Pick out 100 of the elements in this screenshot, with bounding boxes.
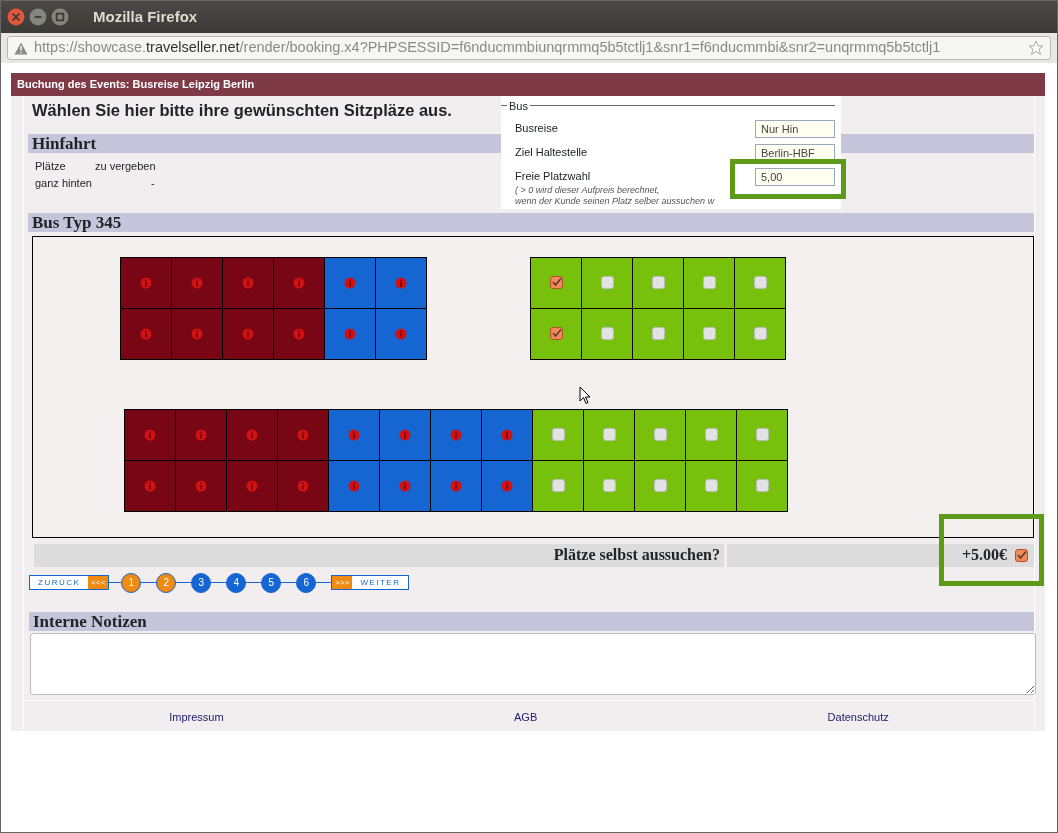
seat-checkbox[interactable] <box>704 479 718 492</box>
seat[interactable] <box>634 408 686 461</box>
page-header: Buchung des Events: Busreise Leipzig Berlin <box>11 73 1045 96</box>
info-icon <box>297 479 309 492</box>
info-icon <box>144 479 156 492</box>
seat-checkbox[interactable] <box>753 327 767 340</box>
info-icon <box>395 327 407 340</box>
seat[interactable] <box>530 307 582 360</box>
option-label: Plätze selbst aussuchen? <box>34 543 724 567</box>
seat-checkbox[interactable] <box>651 276 665 289</box>
seat-checkbox[interactable] <box>549 327 563 340</box>
info-icon <box>195 479 207 492</box>
notes-field[interactable] <box>30 632 1036 695</box>
seat-checkbox[interactable] <box>702 327 716 340</box>
seat-checkbox[interactable] <box>755 428 769 441</box>
seat-checkbox[interactable] <box>602 428 616 441</box>
info-icon <box>450 428 462 441</box>
window-title: Mozilla Firefox <box>93 6 198 27</box>
warning-icon <box>14 41 28 55</box>
seat-checkbox[interactable] <box>702 276 716 289</box>
back-button[interactable]: ZURÜCK <<< <box>29 575 110 590</box>
seat-checkbox[interactable] <box>549 276 563 289</box>
seat[interactable] <box>683 256 735 309</box>
seat-checkbox[interactable] <box>600 327 614 340</box>
seat[interactable] <box>734 307 786 360</box>
seat[interactable] <box>532 408 584 461</box>
seat[interactable] <box>736 459 788 512</box>
info-icon <box>501 428 513 441</box>
page-heading: Wählen Sie hier bitte ihre gewünschten Sitzpläze aus. <box>31 99 453 120</box>
info-icon <box>450 479 462 492</box>
seat-checkbox[interactable] <box>551 428 565 441</box>
info-icon <box>344 327 356 340</box>
info-icon <box>293 276 305 289</box>
seat[interactable] <box>583 408 635 461</box>
seat[interactable] <box>632 307 684 360</box>
info-icon <box>242 327 254 340</box>
bookmark-star-icon[interactable] <box>1028 40 1044 56</box>
section-heading: Bus Typ 345 <box>28 212 1034 232</box>
seat[interactable] <box>581 307 633 360</box>
maximize-icon[interactable] <box>51 8 69 26</box>
footer-link[interactable]: Datenschutz <box>827 708 889 725</box>
seat-checkbox[interactable] <box>651 327 665 340</box>
seat[interactable] <box>683 307 735 360</box>
close-icon[interactable] <box>7 8 25 26</box>
seat[interactable] <box>734 256 786 309</box>
price-text: +5.00€ <box>961 545 1007 565</box>
info-value: zu vergeben <box>95 159 156 172</box>
info-label: ganz hinten <box>35 175 93 191</box>
url-text: https://showcase.travelseller.net/render/booking.x4?PHPSESSID=f6nducmmbiunqrmmq5b5tctlj1&snr1=f6nducmmbi&snr2=unqrmmq5b5tctlj1 <box>34 38 941 58</box>
footer-link[interactable]: Impressum <box>169 708 224 725</box>
step-indicator[interactable]: 5 <box>261 572 282 593</box>
seat-checkbox[interactable] <box>704 428 718 441</box>
seat-checkbox[interactable] <box>755 479 769 492</box>
info-icon <box>501 479 513 492</box>
seat-checkbox[interactable] <box>653 428 667 441</box>
field-label: Busreise <box>515 121 558 136</box>
info-icon <box>344 276 356 289</box>
seat[interactable] <box>685 408 737 461</box>
seat-checkbox[interactable] <box>602 479 616 492</box>
info-icon <box>140 327 152 340</box>
section-heading: Interne Notizen <box>29 611 1034 631</box>
minimize-icon[interactable] <box>29 8 47 26</box>
step-indicator[interactable]: 3 <box>191 572 212 593</box>
input-field[interactable]: Nur Hin <box>755 120 835 138</box>
field-label: Freie Platzwahl <box>515 169 592 184</box>
address-bar[interactable]: https://showcase.travelseller.net/render/booking.x4?PHPSESSID=f6nducmmbiunqrmmq5b5tctlj1&snr1=f6nducmmbi&snr2=unqrmmq5b5tctlj1 <box>7 36 1051 60</box>
info-icon <box>395 276 407 289</box>
hint-text: ( > 0 wird dieser Aufpreis berechnet, <box>515 184 661 196</box>
seat[interactable] <box>632 256 684 309</box>
seat[interactable] <box>581 256 633 309</box>
seat[interactable] <box>583 459 635 512</box>
seat[interactable] <box>685 459 737 512</box>
seat[interactable] <box>634 459 686 512</box>
info-icon <box>297 428 309 441</box>
step-indicator[interactable]: 6 <box>296 572 317 593</box>
info-icon <box>144 428 156 441</box>
seat-checkbox[interactable] <box>551 479 565 492</box>
input-field[interactable]: 5,00 <box>755 168 835 186</box>
info-icon <box>246 479 258 492</box>
info-icon <box>242 276 254 289</box>
seat-checkbox[interactable] <box>653 479 667 492</box>
seat-checkbox[interactable] <box>753 276 767 289</box>
info-icon <box>348 479 360 492</box>
info-icon <box>140 276 152 289</box>
step-indicator[interactable]: 4 <box>226 572 247 593</box>
seat-checkbox[interactable] <box>600 276 614 289</box>
seat-checkbox[interactable] <box>1015 548 1028 562</box>
info-icon <box>399 479 411 492</box>
footer-link[interactable]: AGB <box>514 708 538 725</box>
mouse-cursor-icon <box>579 385 591 405</box>
info-icon <box>399 428 411 441</box>
next-button[interactable]: >>> WEITER <box>331 575 410 590</box>
seat[interactable] <box>532 459 584 512</box>
info-value: - <box>151 176 155 189</box>
info-icon <box>246 428 258 441</box>
hint-text: wenn der Kunde seinen Platz selber aussuchen w <box>515 195 715 207</box>
info-icon <box>195 428 207 441</box>
seat[interactable] <box>736 408 788 461</box>
info-label: Plätze <box>35 158 67 174</box>
seat[interactable] <box>530 256 582 309</box>
